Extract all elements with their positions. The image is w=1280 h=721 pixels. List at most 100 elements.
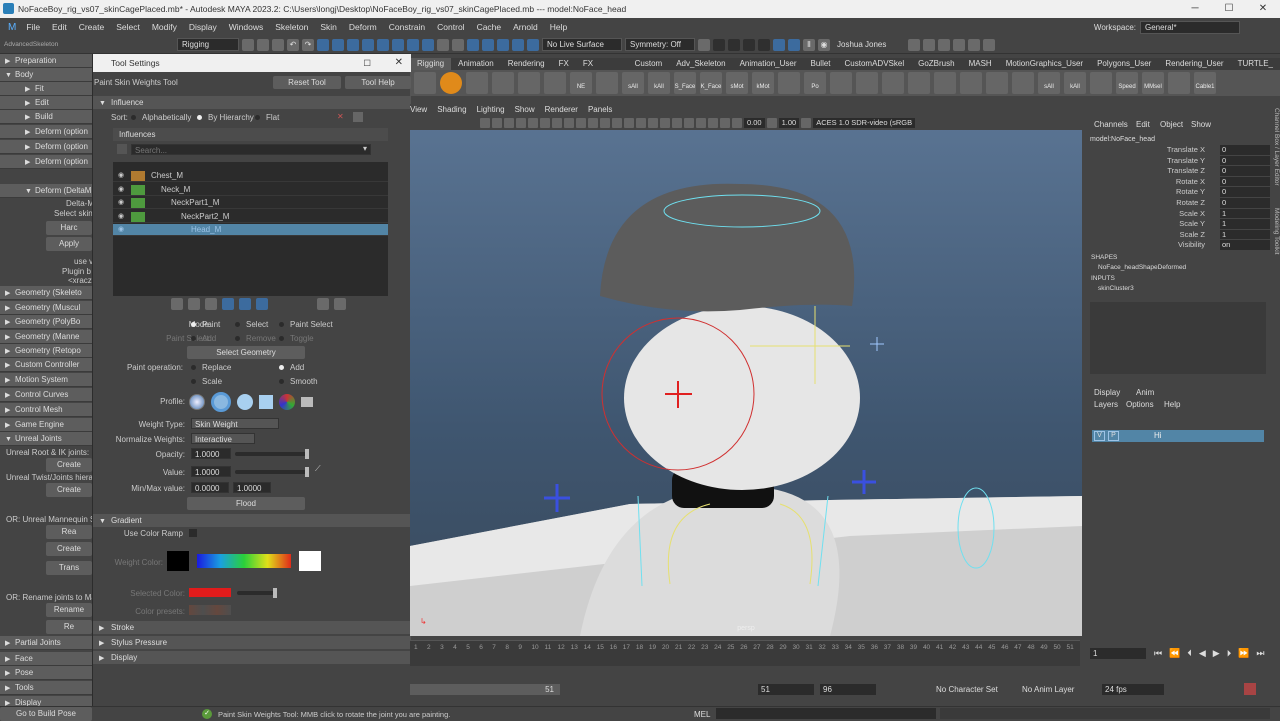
- layer-row[interactable]: V P Hi: [1092, 430, 1264, 442]
- influence-color-swatch[interactable]: [131, 184, 145, 195]
- as-button-7[interactable]: Rename: [46, 603, 92, 617]
- as-button-0[interactable]: Harc: [46, 221, 92, 235]
- channel-row[interactable]: Visibility on: [1090, 240, 1270, 251]
- menu-item-9[interactable]: Skin: [314, 22, 343, 32]
- viewport-menu-0[interactable]: View: [410, 104, 427, 116]
- shelf-tool-icon-25[interactable]: kAll: [1064, 72, 1086, 94]
- display-section[interactable]: ▶ Display: [93, 651, 411, 664]
- select-geometry-button[interactable]: Select Geometry: [187, 346, 305, 359]
- tool-help-button[interactable]: Tool Help: [345, 76, 411, 89]
- shelf-tab-3[interactable]: FX: [552, 58, 576, 70]
- paint-op-scale[interactable]: Scale: [191, 377, 222, 386]
- as-bottom-section-2[interactable]: ▶ Pose: [0, 666, 92, 680]
- side-tab-0[interactable]: Channel Box / Layer Editor: [1270, 108, 1280, 200]
- vp-lock-camera-icon[interactable]: [492, 118, 502, 128]
- as-button-2[interactable]: Create: [46, 458, 92, 472]
- channel-value[interactable]: 0: [1220, 187, 1270, 197]
- auto-key-icon[interactable]: [1244, 683, 1256, 695]
- sidebar-toggle-5[interactable]: [968, 38, 980, 51]
- command-input[interactable]: [716, 708, 936, 719]
- vp-grid-icon[interactable]: [528, 118, 538, 128]
- menu-item-6[interactable]: Display: [183, 22, 223, 32]
- render-settings-icon[interactable]: [497, 38, 509, 51]
- list-view-icon[interactable]: [317, 298, 329, 310]
- go-to-build-pose-button[interactable]: Go to Build Pose: [0, 707, 92, 721]
- open-scene-icon[interactable]: [257, 38, 269, 51]
- influence-row[interactable]: ◉ Neck_M: [113, 184, 388, 196]
- viewport-menu-5[interactable]: Panels: [588, 104, 612, 116]
- weight-color-ramp[interactable]: [197, 554, 291, 568]
- as-section-4[interactable]: ▶ Build: [0, 110, 92, 124]
- menu-item-12[interactable]: Control: [431, 22, 470, 32]
- vp-bookmarks-icon[interactable]: [504, 118, 514, 128]
- sort-by-hierarchy[interactable]: By Hierarchy: [197, 113, 254, 122]
- pause-icon[interactable]: Ⅱ: [803, 38, 815, 51]
- time-slider[interactable]: 1 2 3 4 5 6 7 8 9 10 11 12 13 14 15 16 17 18 19 20 21 22 23 24 2…: [410, 640, 1280, 680]
- tool-icon-4[interactable]: [758, 38, 770, 51]
- mode-paint-select[interactable]: Paint Select: [279, 320, 333, 329]
- channel-value[interactable]: 0: [1220, 145, 1270, 155]
- shelf-tab-12[interactable]: MotionGraphics_User: [999, 58, 1090, 70]
- undo-icon[interactable]: ↶: [287, 38, 299, 51]
- as-section-1[interactable]: ▼ Body: [0, 68, 92, 82]
- shelf-tool-icon-2[interactable]: [466, 72, 488, 94]
- paint-select-icon[interactable]: [347, 38, 359, 51]
- shelf-tool-icon-10[interactable]: S_Face: [674, 72, 696, 94]
- playback-button-1-icon[interactable]: ⏪: [1169, 648, 1180, 659]
- vp-shadows-icon[interactable]: [660, 118, 670, 128]
- hypershade-icon[interactable]: [512, 38, 524, 51]
- soft-brush-icon[interactable]: [211, 392, 231, 412]
- ipr-render-icon[interactable]: [482, 38, 494, 51]
- as-bottom-section-3[interactable]: ▶ Tools: [0, 681, 92, 695]
- channel-box-tab-0[interactable]: Channels: [1094, 120, 1128, 129]
- as-bottom-section-0[interactable]: ▶ Partial Joints: [0, 636, 92, 650]
- channel-box-tab-1[interactable]: Edit: [1136, 120, 1150, 129]
- eye-icon[interactable]: ◉: [115, 224, 127, 236]
- paint-select-remove[interactable]: Remove: [235, 334, 276, 343]
- as-geometry-section-0[interactable]: ▶ Geometry (Skeleto: [0, 286, 92, 300]
- tool-icon-3[interactable]: [743, 38, 755, 51]
- menu-item-11[interactable]: Constrain: [383, 22, 431, 32]
- menu-item-7[interactable]: Windows: [223, 22, 269, 32]
- eye-icon[interactable]: ◉: [115, 170, 127, 182]
- shelf-tool-icon-28[interactable]: MMsel: [1142, 72, 1164, 94]
- shelf-tool-icon-11[interactable]: K_Face: [700, 72, 722, 94]
- far-clip-field[interactable]: 1.00: [778, 118, 800, 128]
- gaussian-brush-icon[interactable]: [189, 394, 205, 410]
- playback-button-5-icon[interactable]: ⏵: [1227, 648, 1232, 659]
- vp-isolate-icon[interactable]: [696, 118, 706, 128]
- vp-film-gate-icon[interactable]: [540, 118, 550, 128]
- shelf-tab-8[interactable]: Bullet: [804, 58, 838, 70]
- as-section-3[interactable]: ▶ Edit: [0, 96, 92, 110]
- layer-flag-1[interactable]: P: [1108, 431, 1119, 441]
- shelf-tool-icon-19[interactable]: [908, 72, 930, 94]
- opacity-slider[interactable]: [235, 449, 309, 459]
- viewport-menu-4[interactable]: Renderer: [545, 104, 578, 116]
- image-brush-icon[interactable]: [279, 394, 295, 410]
- range-range-a-field[interactable]: 51: [758, 684, 814, 695]
- vp-field-chart-icon[interactable]: [576, 118, 586, 128]
- influence-color-swatch[interactable]: [131, 225, 145, 235]
- opacity-field[interactable]: 1.0000: [191, 448, 231, 459]
- fps-dropdown[interactable]: 24 fps: [1102, 684, 1164, 695]
- as-button-1[interactable]: Apply: [46, 237, 92, 251]
- shelf-tool-icon-6[interactable]: NE: [570, 72, 592, 94]
- weight-hammer-icon[interactable]: [205, 298, 217, 310]
- as-button-4[interactable]: Rea: [46, 525, 92, 539]
- shelf-tab-14[interactable]: Rendering_User: [1158, 58, 1230, 70]
- vp-safe-action-icon[interactable]: [588, 118, 598, 128]
- shelf-tab-0[interactable]: Rigging: [410, 58, 452, 70]
- as-geometry-section-5[interactable]: ▶ Custom Controller: [0, 358, 92, 372]
- reset-tool-button[interactable]: Reset Tool: [273, 76, 341, 89]
- select-tool-icon[interactable]: [317, 38, 329, 51]
- render-icon-3[interactable]: [788, 38, 800, 51]
- layer-menu-2[interactable]: Help: [1164, 400, 1180, 409]
- viewport-menu-1[interactable]: Shading: [437, 104, 466, 116]
- weight-type-dropdown[interactable]: Skin Weight: [191, 418, 279, 429]
- shelf-tool-icon-4[interactable]: [518, 72, 540, 94]
- layer-tab-0[interactable]: Display: [1094, 388, 1120, 397]
- show-influences-icon[interactable]: [239, 298, 251, 310]
- vp-texture-icon[interactable]: [636, 118, 646, 128]
- influence-search-input[interactable]: Search...: [131, 144, 371, 155]
- viewport-menu-2[interactable]: Lighting: [477, 104, 505, 116]
